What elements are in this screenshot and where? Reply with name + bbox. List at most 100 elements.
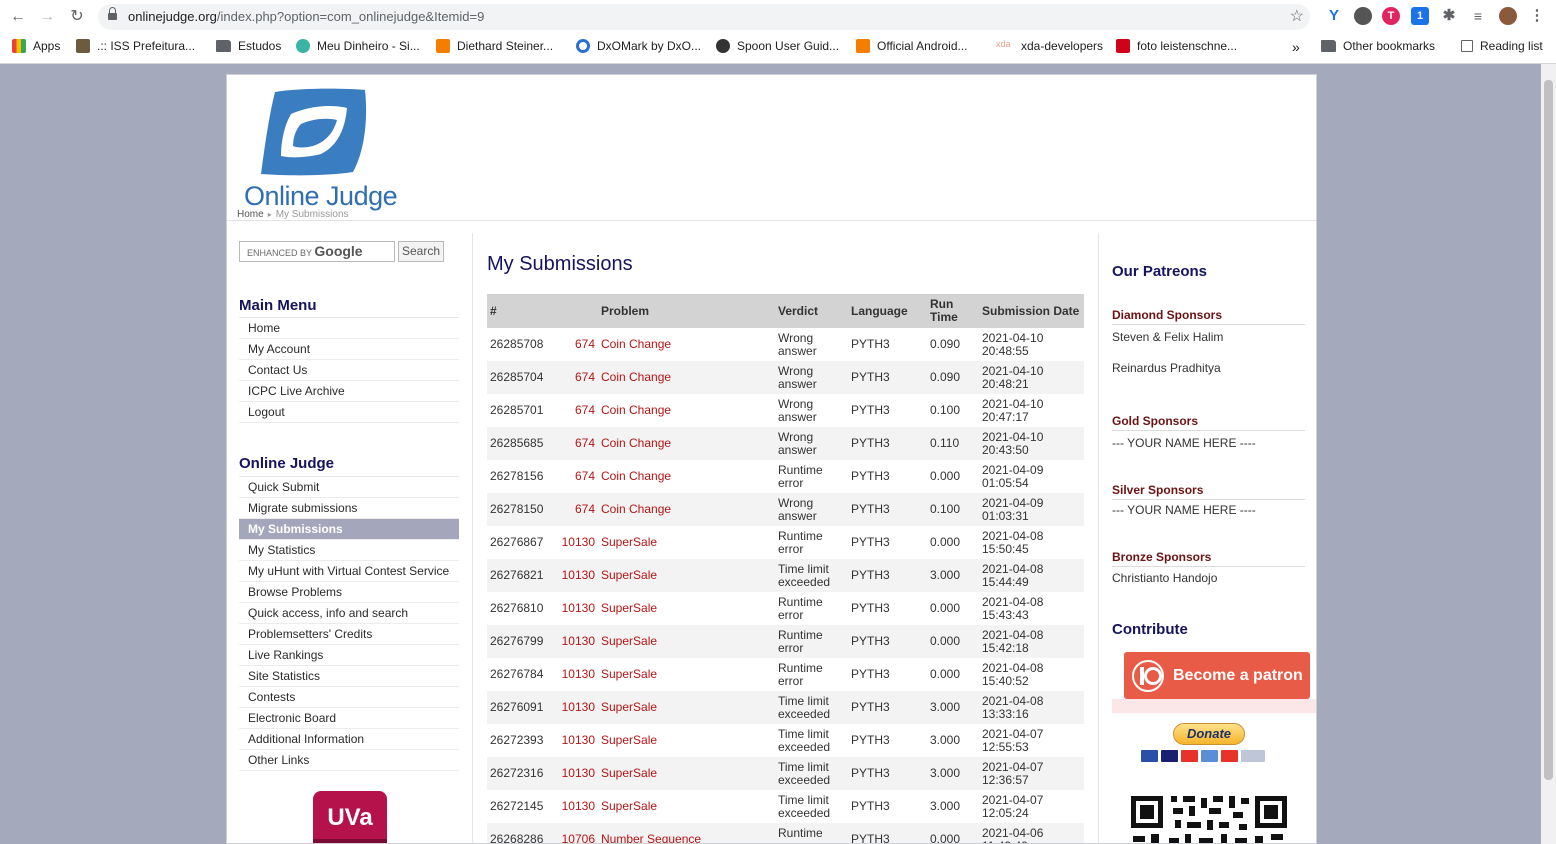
menu-item-site-statistics[interactable]: Site Statistics (239, 666, 459, 687)
menu-item-icpc-live-archive[interactable]: ICPC Live Archive (239, 381, 459, 402)
menu-item-quick-access[interactable]: Quick access, info and search (239, 603, 459, 624)
scrollbar-thumb[interactable] (1544, 80, 1553, 780)
menu-dots-icon[interactable]: ⋮ (1528, 7, 1546, 25)
problem-title[interactable]: Coin Change (598, 328, 775, 361)
problem-id[interactable]: 10130 (553, 757, 598, 790)
problem-id[interactable]: 674 (553, 361, 598, 394)
submission-id: 26272316 (487, 757, 553, 790)
submission-date: 2021-04-09 01:05:54 (982, 462, 1044, 490)
problem-id[interactable]: 10706 (553, 823, 598, 843)
problem-id[interactable]: 10130 (553, 625, 598, 658)
problem-id[interactable]: 10130 (553, 592, 598, 625)
breadcrumb-home[interactable]: Home (237, 209, 264, 220)
google-search-input[interactable]: ENHANCED BY Google (239, 241, 395, 262)
problem-title[interactable]: SuperSale (598, 790, 775, 823)
problem-title[interactable]: Number Sequence (598, 823, 775, 843)
back-icon[interactable]: ← (7, 6, 29, 28)
menu-item-problemsetters-credits[interactable]: Problemsetters' Credits (239, 624, 459, 645)
extension-tab-icon[interactable]: 1 (1411, 7, 1429, 25)
submission-id: 26276091 (487, 691, 553, 724)
menu-item-additional-information[interactable]: Additional Information (239, 729, 459, 750)
problem-id[interactable]: 10130 (553, 526, 598, 559)
language: PYTH3 (851, 799, 890, 813)
breadcrumb-arrow-icon: ▸ (267, 210, 272, 219)
problem-id[interactable]: 10130 (553, 658, 598, 691)
media-queue-icon[interactable]: ≡ (1469, 7, 1487, 25)
problem-title[interactable]: Coin Change (598, 460, 775, 493)
qr-code-icon[interactable] (1129, 794, 1289, 844)
bookmark-xda[interactable]: xda xda-developers (996, 39, 1103, 53)
apps-grid-icon (12, 39, 26, 53)
menu-item-other-links[interactable]: Other Links (239, 750, 459, 771)
forward-icon[interactable]: → (36, 6, 58, 28)
problem-id[interactable]: 674 (553, 394, 598, 427)
submission-id: 26278156 (490, 469, 544, 483)
extensions-puzzle-icon[interactable]: ✱ (1440, 7, 1458, 25)
problem-title[interactable]: Coin Change (598, 361, 775, 394)
bookmark-dxomark[interactable]: DxOMark by DxO... (576, 39, 701, 53)
problem-title[interactable]: Coin Change (598, 394, 775, 427)
menu-item-electronic-board[interactable]: Electronic Board (239, 708, 459, 729)
problem-id[interactable]: 674 (553, 493, 598, 526)
problem-id[interactable]: 10130 (553, 691, 598, 724)
extension-bug-icon[interactable] (1354, 7, 1372, 25)
problem-title[interactable]: SuperSale (598, 526, 775, 559)
extension-y-icon[interactable]: Y (1325, 7, 1343, 25)
menu-item-my-submissions[interactable]: My Submissions (239, 519, 459, 540)
problem-id[interactable]: 674 (553, 460, 598, 493)
language: PYTH3 (851, 535, 890, 549)
menu-item-contact-us[interactable]: Contact Us (239, 360, 459, 381)
site-logo-text[interactable]: Online Judge (244, 181, 398, 212)
profile-avatar[interactable] (1499, 7, 1517, 25)
become-a-patron-button[interactable]: Become a patron (1124, 652, 1310, 699)
bookmark-diethard[interactable]: Diethard Steiner... (436, 39, 553, 53)
menu-item-contests[interactable]: Contests (239, 687, 459, 708)
reading-list[interactable]: Reading list (1461, 39, 1543, 53)
bookmark-android[interactable]: Official Android... (856, 39, 968, 53)
menu-item-logout[interactable]: Logout (239, 402, 459, 423)
bookmark-spoon[interactable]: Spoon User Guid... (716, 39, 839, 53)
menu-item-quick-submit[interactable]: Quick Submit (239, 477, 459, 498)
problem-title[interactable]: SuperSale (598, 691, 775, 724)
mastercard-icon (1181, 750, 1198, 762)
bookmark-iss[interactable]: .:: ISS Prefeitura... (76, 39, 195, 53)
reload-icon[interactable]: ↻ (66, 6, 88, 28)
bookmark-meu-dinheiro[interactable]: Meu Dinheiro - Si... (296, 39, 420, 53)
search-button[interactable]: Search (398, 241, 444, 262)
menu-item-browse-problems[interactable]: Browse Problems (239, 582, 459, 603)
problem-title[interactable]: Coin Change (598, 427, 775, 460)
problem-title[interactable]: SuperSale (598, 625, 775, 658)
bookmark-apps[interactable]: Apps (12, 39, 60, 53)
menu-item-migrate-submissions[interactable]: Migrate submissions (239, 498, 459, 519)
problem-id[interactable]: 674 (553, 328, 598, 361)
online-judge-logo-icon[interactable] (261, 88, 369, 178)
problem-title[interactable]: SuperSale (598, 757, 775, 790)
problem-id[interactable]: 10130 (553, 724, 598, 757)
problem-title[interactable]: SuperSale (598, 559, 775, 592)
extension-t-icon[interactable]: T (1382, 7, 1400, 25)
menu-item-live-rankings[interactable]: Live Rankings (239, 645, 459, 666)
problem-title[interactable]: SuperSale (598, 724, 775, 757)
column-header-id: # (487, 294, 553, 328)
bookmark-other[interactable]: Other bookmarks (1321, 39, 1435, 53)
bookmark-star-icon[interactable]: ☆ (1290, 6, 1304, 26)
page-scrollbar[interactable] (1541, 64, 1556, 844)
menu-item-my-statistics[interactable]: My Statistics (239, 540, 459, 561)
bronze-sponsor-name: Christianto Handojo (1112, 571, 1218, 585)
problem-title[interactable]: SuperSale (598, 658, 775, 691)
problem-id[interactable]: 674 (553, 427, 598, 460)
menu-item-my-account[interactable]: My Account (239, 339, 459, 360)
menu-item-home[interactable]: Home (239, 318, 459, 339)
address-bar[interactable]: onlinejudge.org/index.php?option=com_onl… (98, 4, 1310, 30)
bookmarks-overflow[interactable]: » (1292, 39, 1300, 55)
uva-logo[interactable]: UVa (313, 791, 387, 843)
problem-id[interactable]: 10130 (553, 790, 598, 823)
paypal-donate-button[interactable]: Donate (1173, 723, 1245, 745)
problem-id[interactable]: 10130 (553, 559, 598, 592)
bookmark-foto[interactable]: foto leistenschne... (1116, 39, 1237, 53)
problem-title[interactable]: Coin Change (598, 493, 775, 526)
language: PYTH3 (848, 427, 927, 460)
problem-title[interactable]: SuperSale (598, 592, 775, 625)
bookmark-estudos[interactable]: Estudos (216, 39, 281, 53)
menu-item-uhunt[interactable]: My uHunt with Virtual Contest Service (239, 561, 459, 582)
